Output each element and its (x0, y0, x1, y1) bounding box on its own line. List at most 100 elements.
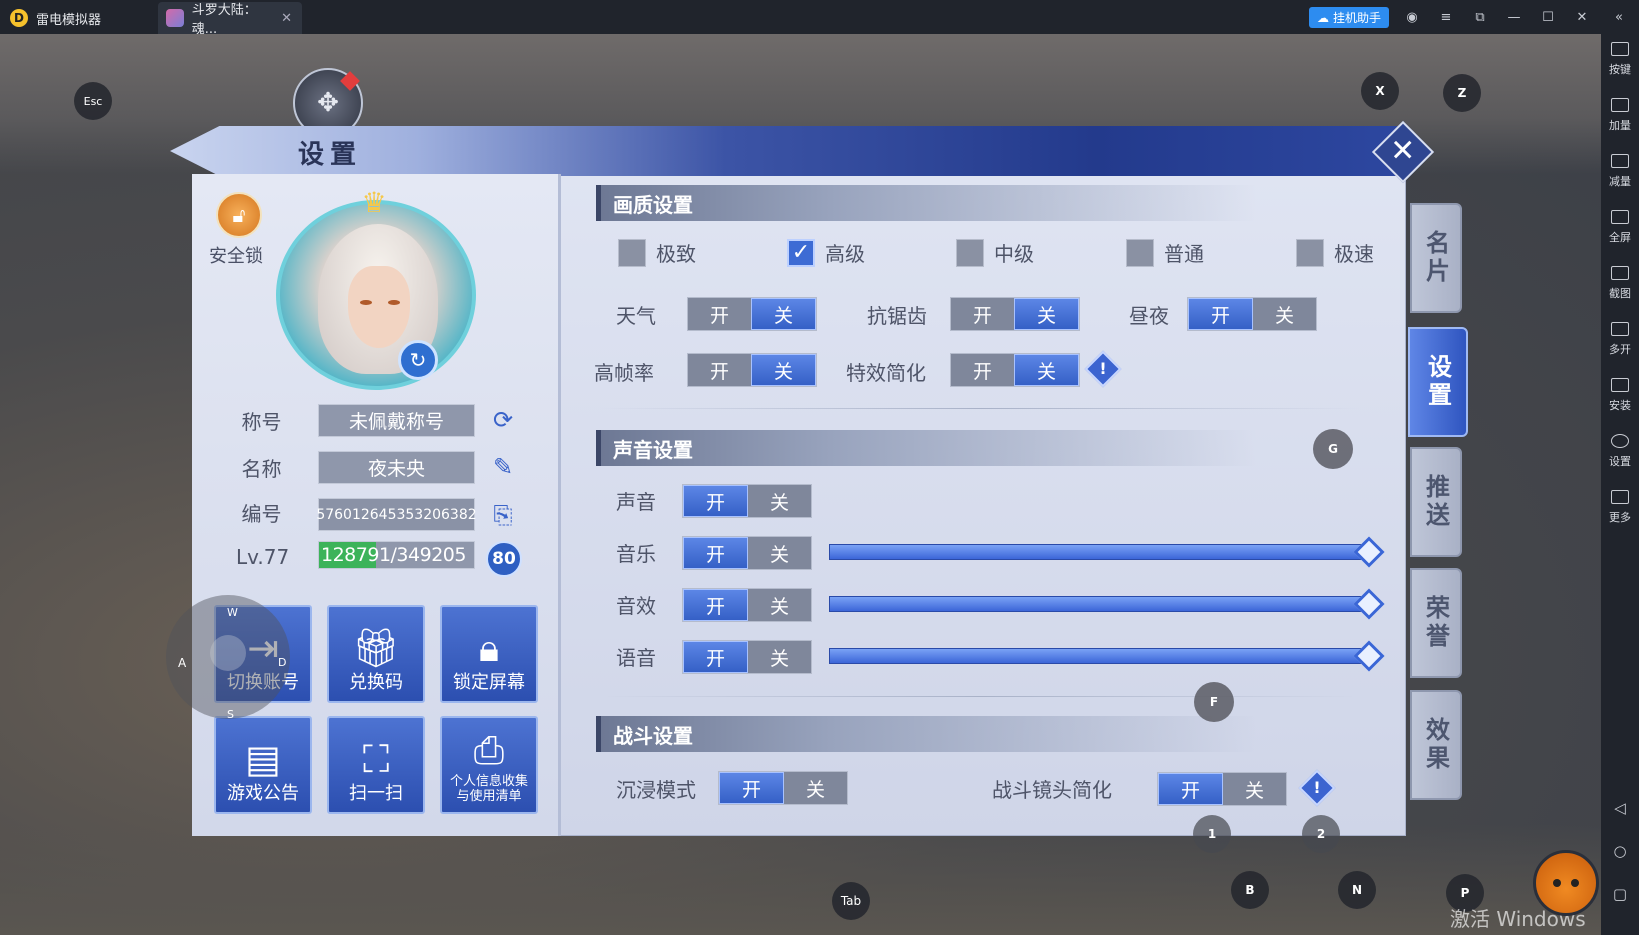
music-slider[interactable] (829, 544, 1369, 560)
tab-honor[interactable]: 荣誉 (1410, 568, 1462, 678)
toggle-off[interactable]: 关 (748, 485, 811, 517)
toggle-on[interactable]: 开 (683, 589, 748, 621)
quality-fast-option[interactable]: 极速 (1296, 238, 1374, 267)
key-g[interactable]: G (1313, 429, 1353, 469)
toggle-on[interactable]: 开 (683, 485, 748, 517)
avatar[interactable] (276, 200, 476, 390)
key-z[interactable]: Z (1443, 74, 1481, 112)
key-b[interactable]: B (1231, 871, 1269, 909)
voice-toggle[interactable]: 开关 (682, 640, 812, 674)
redeem-code-button[interactable]: 🎁︎ 兑换码 (327, 605, 425, 703)
toggle-on[interactable]: 开 (1158, 773, 1223, 805)
close-tab-icon[interactable]: ✕ (281, 11, 292, 26)
key-x[interactable]: X (1361, 72, 1399, 110)
sfx-toggle[interactable]: 开关 (682, 588, 812, 622)
voice-slider[interactable] (829, 648, 1369, 664)
sidebar-item-more[interactable]: 更多 (1601, 490, 1639, 525)
popout-icon[interactable]: ⧉ (1470, 7, 1490, 27)
scan-button[interactable]: ⛶ 扫一扫 (327, 716, 425, 814)
key-f[interactable]: F (1194, 682, 1234, 722)
sidebar-item-install[interactable]: 安装 (1601, 378, 1639, 413)
toggle-on[interactable]: 开 (688, 298, 751, 330)
quality-normal-option[interactable]: 普通 (1126, 238, 1204, 267)
lock-icon: 🔒︎ (478, 626, 500, 671)
tab-settings[interactable]: 设置 (1408, 327, 1468, 437)
toggle-on[interactable]: 开 (951, 354, 1014, 386)
tab-effects[interactable]: 效果 (1410, 690, 1462, 800)
toggle-off[interactable]: 关 (1014, 354, 1079, 386)
sidebar-item-keymap[interactable]: 按键 (1601, 42, 1639, 77)
checkbox[interactable] (618, 238, 646, 267)
key-esc[interactable]: Esc (74, 82, 112, 120)
sidebar-item-screenshot[interactable]: 截图 (1601, 266, 1639, 301)
sidebar-item-fullscreen[interactable]: 全屏 (1601, 210, 1639, 245)
music-toggle[interactable]: 开关 (682, 536, 812, 570)
user-icon[interactable]: ◉ (1402, 7, 1422, 27)
toggle-on[interactable]: 开 (951, 298, 1014, 330)
key-2[interactable]: 2 (1302, 815, 1340, 853)
immersive-toggle[interactable]: 开关 (718, 771, 848, 805)
quality-high-option[interactable]: ✓ 高级 (787, 238, 865, 267)
privacy-list-button[interactable]: ⎙ 个人信息收集 与使用清单 (440, 716, 538, 814)
camera-simplify-toggle[interactable]: 开关 (1157, 772, 1287, 806)
announcement-button[interactable]: ▤ 游戏公告 (214, 716, 312, 814)
checkbox[interactable] (1126, 238, 1154, 267)
sound-toggle[interactable]: 开关 (682, 484, 812, 518)
toggle-on[interactable]: 开 (683, 537, 748, 569)
home-icon[interactable]: ○ (1612, 842, 1628, 860)
back-icon[interactable]: ◁ (1612, 799, 1628, 817)
toggle-off[interactable]: 关 (1223, 773, 1286, 805)
sidebar-item-volume-up[interactable]: 加量 (1601, 98, 1639, 133)
title-field: 未佩戴称号 (318, 404, 475, 437)
sidebar-item-settings[interactable]: 设置 (1601, 434, 1639, 469)
quality-medium-option[interactable]: 中级 (956, 238, 1034, 267)
toggle-off[interactable]: 关 (751, 354, 816, 386)
edit-icon[interactable]: ✎ (488, 452, 518, 482)
recents-icon[interactable]: ▢ (1612, 885, 1628, 903)
tab-profile-card[interactable]: 名片 (1410, 203, 1462, 313)
effects-simplify-toggle[interactable]: 开关 (950, 353, 1080, 387)
tab-push[interactable]: 推送 (1410, 447, 1462, 557)
close-icon[interactable]: ✕ (1572, 7, 1592, 27)
tab-emulator-home[interactable]: D 雷电模拟器 (10, 2, 158, 34)
toggle-on[interactable]: 开 (688, 354, 751, 386)
toggle-off[interactable]: 关 (751, 298, 816, 330)
toggle-off[interactable]: 关 (1014, 298, 1079, 330)
sidebar-item-multi[interactable]: 多开 (1601, 322, 1639, 357)
toggle-off[interactable]: 关 (748, 589, 811, 621)
high-fps-toggle[interactable]: 开关 (687, 353, 817, 387)
tab-game[interactable]: 斗罗大陆：魂... ✕ (158, 2, 302, 37)
toggle-off[interactable]: 关 (784, 772, 847, 804)
daynight-toggle[interactable]: 开关 (1187, 297, 1317, 331)
toggle-off[interactable]: 关 (1253, 298, 1316, 330)
maximize-icon[interactable]: ☐ (1538, 7, 1558, 27)
high-fps-label: 高帧率 (594, 361, 654, 385)
mascot-button[interactable] (1533, 850, 1599, 916)
toggle-on[interactable]: 开 (1188, 298, 1253, 330)
collapse-sidebar-icon[interactable]: « (1609, 7, 1629, 27)
key-n[interactable]: N (1338, 871, 1376, 909)
refresh-icon[interactable]: ⟳ (488, 405, 518, 435)
toggle-on[interactable]: 开 (683, 641, 748, 673)
lock-screen-button[interactable]: 🔒︎ 锁定屏幕 (440, 605, 538, 703)
menu-icon[interactable]: ≡ (1436, 7, 1456, 27)
toggle-off[interactable]: 关 (748, 641, 811, 673)
sidebar-item-volume-down[interactable]: 减量 (1601, 154, 1639, 189)
joystick-knob[interactable] (210, 635, 246, 671)
key-1[interactable]: 1 (1193, 815, 1231, 853)
safety-lock-button[interactable]: 🔓︎ (216, 192, 262, 238)
toggle-on[interactable]: 开 (719, 772, 784, 804)
copy-icon[interactable]: ⎘ (488, 500, 518, 530)
weather-toggle[interactable]: 开关 (687, 297, 817, 331)
change-avatar-button[interactable]: ↻ (398, 340, 438, 380)
check-icon[interactable]: ✓ (787, 238, 815, 267)
checkbox[interactable] (956, 238, 984, 267)
minimize-icon[interactable]: — (1504, 7, 1524, 27)
antialias-toggle[interactable]: 开关 (950, 297, 1080, 331)
key-tab[interactable]: Tab (832, 882, 870, 920)
assistant-button[interactable]: ☁ 挂机助手 (1309, 7, 1389, 28)
sfx-slider[interactable] (829, 596, 1369, 612)
toggle-off[interactable]: 关 (748, 537, 811, 569)
checkbox[interactable] (1296, 238, 1324, 267)
quality-ultra-option[interactable]: 极致 (618, 238, 696, 267)
